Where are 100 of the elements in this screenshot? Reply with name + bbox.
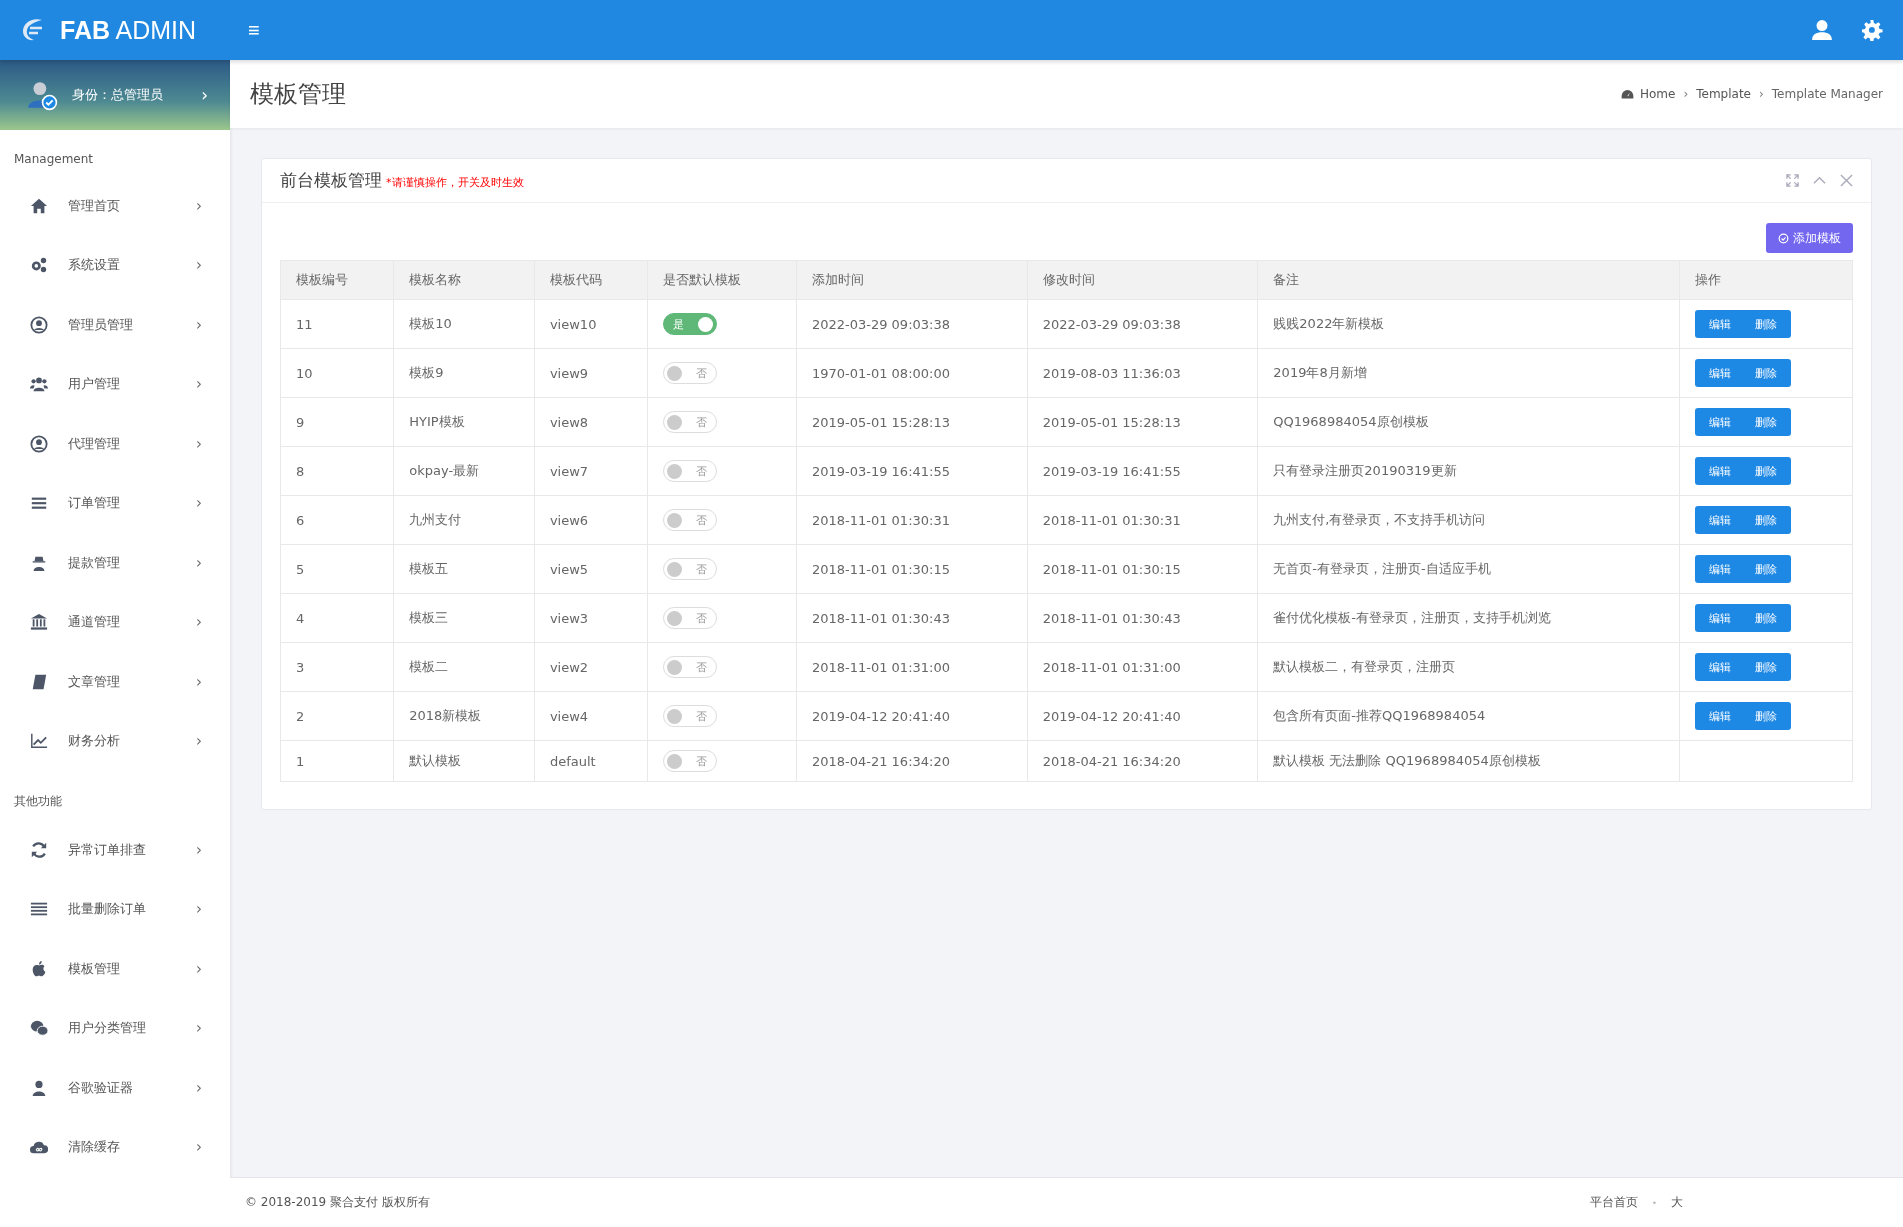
default-toggle[interactable]: 否 [663,411,718,433]
menu-toggle-button[interactable]: ≡ [242,18,266,42]
sidebar-item[interactable]: 管理员管理 › [0,295,230,355]
table-cell: 2018-11-01 01:30:43 [1027,593,1258,643]
edit-button[interactable]: 编辑 [1694,506,1743,534]
default-toggle[interactable]: 否 [663,362,718,384]
table-cell: view7 [534,446,648,496]
delete-button[interactable]: 删除 [1742,555,1791,583]
close-icon[interactable] [1840,174,1853,187]
table-cell: 2022-03-29 09:03:38 [1027,299,1258,349]
delete-button[interactable]: 删除 [1742,359,1791,387]
column-header: 模板代码 [534,260,648,300]
sidebar-item[interactable]: 系统设置 › [0,235,230,295]
column-header: 备注 [1257,260,1680,300]
footer-link[interactable]: 平台首页 [1589,1194,1638,1211]
breadcrumb-separator: › [1683,87,1689,101]
delete-button[interactable]: 删除 [1742,702,1791,730]
user-icon[interactable] [1811,19,1833,41]
add-template-button[interactable]: 添加模板 [1766,223,1853,253]
chevron-icon: › [196,959,202,978]
edit-button[interactable]: 编辑 [1694,310,1743,338]
sidebar-item[interactable]: 批量删除订单 › [0,879,230,939]
default-toggle[interactable]: 否 [663,558,718,580]
expand-icon[interactable] [1786,174,1799,187]
table-cell: view2 [534,642,648,692]
edit-button[interactable]: 编辑 [1694,702,1743,730]
default-toggle[interactable]: 否 [663,656,718,678]
brand-name: FAB ADMIN [60,15,197,45]
home-icon [30,196,48,215]
footer-link[interactable]: 大 [1671,1194,1683,1211]
chevron-icon: › [196,375,202,394]
delete-button[interactable]: 删除 [1742,604,1791,632]
table-cell: 9 [280,397,394,447]
sidebar-item[interactable]: 管理首页 › [0,176,230,236]
default-toggle[interactable]: 否 [663,705,718,727]
edit-button[interactable]: 编辑 [1694,653,1743,681]
chevron-icon: › [201,85,208,105]
admin-avatar-icon [26,79,58,111]
table-cell: 2018-11-01 01:30:31 [796,495,1028,545]
delete-button[interactable]: 删除 [1742,408,1791,436]
separator-dot: • [1651,1197,1657,1208]
sidebar-item[interactable]: 订单管理 › [0,473,230,533]
delete-button[interactable]: 删除 [1742,506,1791,534]
settings-icon[interactable] [1861,19,1883,41]
table-cell: 模板三 [393,593,535,643]
table-cell: 2018-04-21 16:34:20 [1027,740,1258,782]
edit-button[interactable]: 编辑 [1694,555,1743,583]
delete-button[interactable]: 删除 [1742,653,1791,681]
sidebar-item[interactable]: 用户分类管理 › [0,998,230,1058]
table-cell: 10 [280,348,394,398]
sidebar-item[interactable]: 财务分析 › [0,711,230,771]
edit-button[interactable]: 编辑 [1694,457,1743,485]
table-cell: 贱贱2022年新模板 [1257,299,1680,349]
table-cell: 2018新模板 [393,691,535,741]
table-cell: 无首页-有登录页，注册页-自适应手机 [1257,544,1680,594]
default-toggle[interactable]: 否 [663,509,718,531]
default-toggle[interactable]: 是 [663,313,718,335]
sidebar-item[interactable]: 异常订单排查 › [0,820,230,880]
profile-banner[interactable]: 身份：总管理员 › [0,60,230,130]
delete-button[interactable]: 删除 [1742,457,1791,485]
sidebar-item[interactable]: 清除缓存 › [0,1117,230,1177]
breadcrumb-item[interactable]: Template [1696,87,1751,101]
edit-button[interactable]: 编辑 [1694,604,1743,632]
copyright-text: © 2018-2019 聚合支付 版权所有 [245,1194,430,1211]
chevron-icon: › [196,840,202,859]
default-toggle[interactable]: 否 [663,750,718,772]
section-heading: 其他功能 [13,793,63,810]
sidebar-item[interactable]: 模板管理 › [0,939,230,999]
default-toggle[interactable]: 否 [663,460,718,482]
table-cell: view5 [534,544,648,594]
breadcrumb-separator: › [1759,87,1764,101]
chevron-icon: › [196,553,202,572]
collapse-icon[interactable] [1813,174,1826,187]
table-cell: 2018-11-01 01:31:00 [1027,642,1258,692]
sidebar-item[interactable]: 用户管理 › [0,354,230,414]
dashboard-icon [1621,87,1634,101]
column-header: 添加时间 [796,260,1028,300]
table-cell: 九州支付 [393,495,535,545]
table-cell: 1 [280,740,394,782]
table-cell: 默认模板 [393,740,535,782]
column-header: 模板名称 [393,260,535,300]
table-cell: 1970-01-01 08:00:00 [796,348,1028,398]
table-cell: default [534,740,648,782]
table-cell: 包含所有页面-推荐QQ1968984054 [1257,691,1680,741]
default-toggle[interactable]: 否 [663,607,718,629]
sidebar-item[interactable]: 谷歌验证器 › [0,1058,230,1118]
column-header: 修改时间 [1027,260,1258,300]
edit-button[interactable]: 编辑 [1694,359,1743,387]
sidebar-item[interactable]: 通道管理 › [0,592,230,652]
breadcrumb-item[interactable]: Home [1640,87,1676,101]
table-cell: HYIP模板 [393,397,535,447]
sidebar-item[interactable]: 文章管理 › [0,652,230,712]
edit-button[interactable]: 编辑 [1694,408,1743,436]
sidebar-item[interactable]: 提款管理 › [0,533,230,593]
chevron-icon: › [196,434,202,453]
sidebar-item[interactable]: 代理管理 › [0,414,230,474]
table-cell: 默认模板 无法删除 QQ1968984054原创模板 [1257,740,1680,782]
line-chart-icon [30,732,48,751]
refresh-icon [30,840,48,859]
delete-button[interactable]: 删除 [1742,310,1791,338]
